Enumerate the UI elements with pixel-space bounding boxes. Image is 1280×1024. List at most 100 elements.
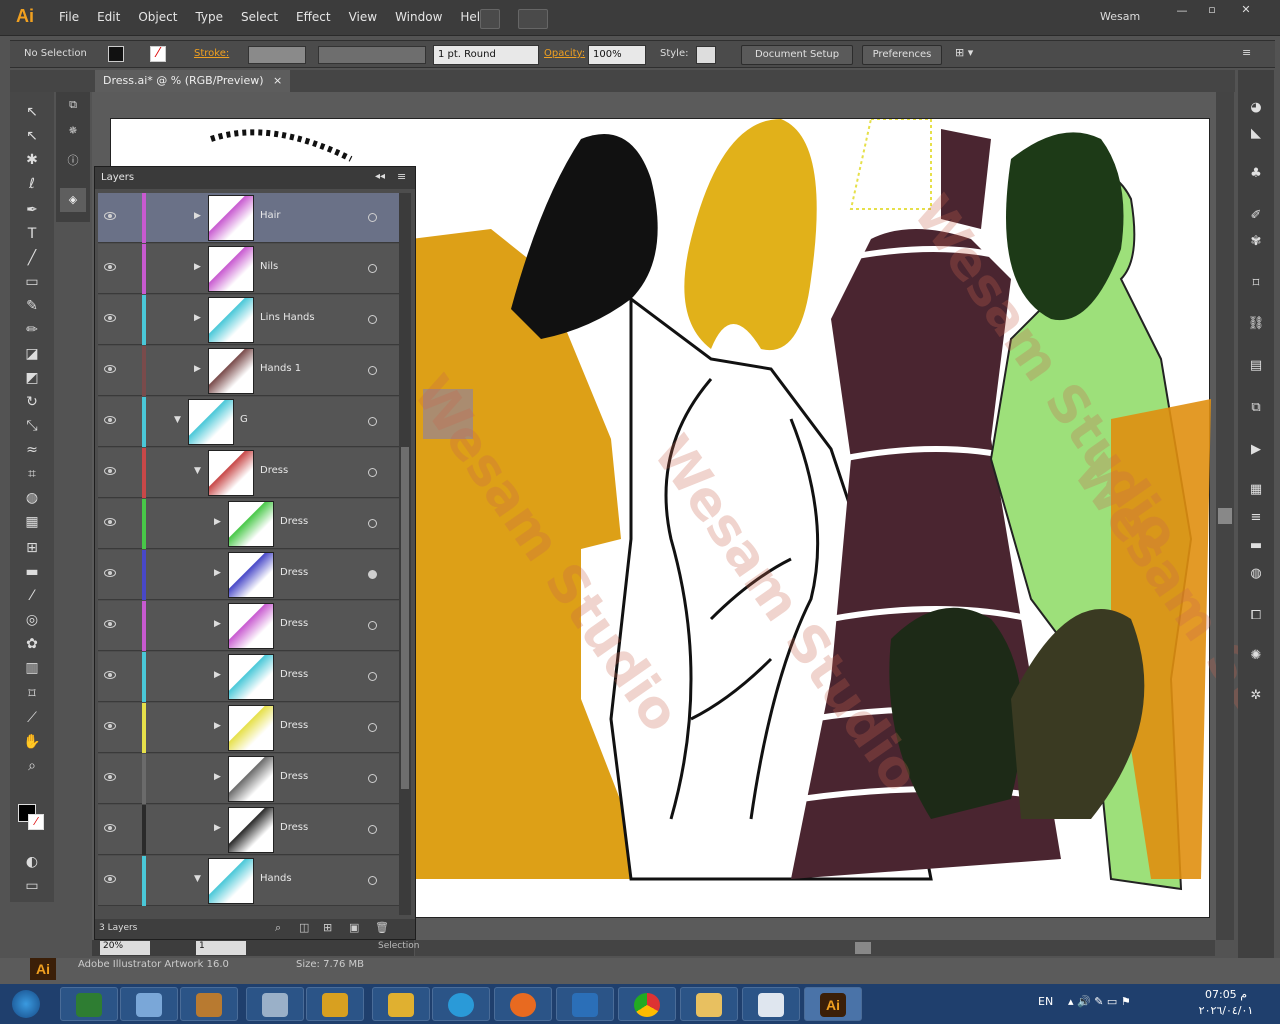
layers-panel-icon[interactable]: ◈	[60, 188, 86, 212]
transform-icon[interactable]: ⌑	[1246, 274, 1266, 294]
layer-name[interactable]: Dress	[280, 516, 308, 527]
align-icon[interactable]: ▤	[1246, 356, 1266, 376]
visibility-eye-icon[interactable]	[104, 416, 116, 424]
slice-tool-icon[interactable]: ⟋	[22, 708, 42, 728]
lasso-tool-icon[interactable]: ℓ	[22, 174, 42, 194]
gradient-tool-icon[interactable]: ▬	[22, 562, 42, 582]
menu-effect[interactable]: Effect	[287, 10, 340, 24]
target-circle-icon[interactable]	[368, 570, 377, 579]
visibility-eye-icon[interactable]	[104, 620, 116, 628]
layers-scroll-thumb[interactable]	[401, 447, 409, 789]
line-tool-icon[interactable]: ╱	[22, 248, 42, 268]
layer-row[interactable]: ▶ Dress	[98, 652, 400, 702]
menu-file[interactable]: File	[50, 10, 88, 24]
layer-name[interactable]: Dress	[280, 567, 308, 578]
direct-selection-tool-icon[interactable]: ↖	[22, 126, 42, 146]
layer-name[interactable]: Dress	[280, 618, 308, 629]
target-circle-icon[interactable]	[368, 417, 377, 426]
appearance-icon[interactable]: ⧠	[1246, 606, 1266, 626]
visibility-eye-icon[interactable]	[104, 212, 116, 220]
workspace-switcher[interactable]: Wesam	[1100, 10, 1140, 23]
taskbar-app-9[interactable]	[556, 987, 614, 1021]
visibility-eye-icon[interactable]	[104, 365, 116, 373]
bridge-button[interactable]	[480, 9, 500, 29]
taskbar-explorer[interactable]	[680, 987, 738, 1021]
shape-builder-icon[interactable]: ◍	[22, 488, 42, 508]
taskbar-app-4[interactable]	[246, 987, 304, 1021]
symbol-sprayer-icon[interactable]: ✿	[22, 634, 42, 654]
taskbar-app-5[interactable]	[306, 987, 364, 1021]
menu-select[interactable]: Select	[232, 10, 287, 24]
locate-object-icon[interactable]: ⌕	[275, 921, 281, 935]
minimize-button[interactable]: —	[1170, 4, 1194, 20]
layer-row[interactable]: ▶ Dress	[98, 550, 400, 600]
brush-definition[interactable]: 1 pt. Round	[433, 45, 539, 65]
stroke-color-box[interactable]: ⁄	[28, 814, 44, 830]
layer-name[interactable]: Hair	[260, 210, 281, 221]
expand-closed-icon[interactable]: ▶	[194, 211, 201, 221]
free-transform-icon[interactable]: ⌗	[22, 464, 42, 484]
visibility-eye-icon[interactable]	[104, 671, 116, 679]
expand-closed-icon[interactable]: ▶	[214, 568, 221, 578]
visibility-eye-icon[interactable]	[104, 314, 116, 322]
layers-scrollbar[interactable]	[399, 193, 411, 915]
layer-row[interactable]: ▶ Hair	[98, 193, 400, 243]
expand-closed-icon[interactable]: ▶	[214, 670, 221, 680]
expand-open-icon[interactable]: ▼	[194, 466, 201, 476]
blend-tool-icon[interactable]: ◎	[22, 610, 42, 630]
layer-row[interactable]: ▼ Hands	[98, 856, 400, 906]
vertical-scrollbar[interactable]	[1216, 92, 1234, 940]
layer-name[interactable]: Dress	[280, 720, 308, 731]
layer-name[interactable]: Dress	[280, 771, 308, 782]
transparency-icon[interactable]: ◍	[1246, 564, 1266, 584]
pencil-tool-icon[interactable]: ✏	[22, 320, 42, 340]
rectangle-tool-icon[interactable]: ▭	[22, 272, 42, 292]
fill-swatch[interactable]	[108, 46, 124, 62]
expand-closed-icon[interactable]: ▶	[194, 313, 201, 323]
layer-row[interactable]: ▶ Dress	[98, 601, 400, 651]
selection-tool-icon[interactable]: ↖	[22, 102, 42, 122]
expand-open-icon[interactable]: ▼	[174, 415, 181, 425]
symbols-icon[interactable]: ✾	[1246, 232, 1266, 252]
target-circle-icon[interactable]	[368, 774, 377, 783]
taskbar-edge[interactable]	[432, 987, 490, 1021]
graph-tool-icon[interactable]: ▥	[22, 658, 42, 678]
tray-icons[interactable]: ▴ 🔊 ✎ ▭ ⚑	[1068, 995, 1131, 1008]
layer-name[interactable]: Dress	[280, 669, 308, 680]
layer-name[interactable]: Nils	[260, 261, 278, 272]
panel-menu-icon[interactable]: ≡	[1242, 46, 1251, 59]
menu-view[interactable]: View	[340, 10, 386, 24]
perspective-grid-icon[interactable]: ▦	[22, 512, 42, 532]
target-circle-icon[interactable]	[368, 672, 377, 681]
expand-closed-icon[interactable]: ▶	[194, 262, 201, 272]
navigator-panel-icon[interactable]: ✵	[63, 124, 83, 144]
expand-open-icon[interactable]: ▼	[194, 874, 201, 884]
target-circle-icon[interactable]	[368, 366, 377, 375]
warp-tool-icon[interactable]: ≈	[22, 440, 42, 460]
vertical-scroll-thumb[interactable]	[1218, 508, 1232, 524]
make-clipping-mask-icon[interactable]: ◫	[299, 921, 309, 934]
visibility-eye-icon[interactable]	[104, 518, 116, 526]
arrange-documents-button[interactable]	[518, 9, 548, 29]
layer-row[interactable]: ▶ Nils	[98, 244, 400, 294]
graphic-styles-icon[interactable]: ▦	[1246, 480, 1266, 500]
layer-name[interactable]: Hands	[260, 873, 292, 884]
document-setup-button[interactable]: Document Setup	[741, 45, 853, 65]
visibility-eye-icon[interactable]	[104, 773, 116, 781]
taskbar-app-1[interactable]	[60, 987, 118, 1021]
layer-row[interactable]: ▶ Dress	[98, 805, 400, 855]
links-icon[interactable]: ⛓	[1246, 314, 1266, 334]
rotate-tool-icon[interactable]: ↻	[22, 392, 42, 412]
language-indicator[interactable]: EN	[1038, 995, 1053, 1008]
visibility-eye-icon[interactable]	[104, 467, 116, 475]
stroke-weight-field[interactable]	[248, 46, 306, 64]
draw-mode-icon[interactable]: ◐	[22, 852, 42, 872]
eraser-tool-icon[interactable]: ◩	[22, 368, 42, 388]
opacity-label[interactable]: Opacity:	[544, 45, 585, 65]
color-panel-icon[interactable]: ◕	[1246, 98, 1266, 118]
taskbar-firefox[interactable]	[494, 987, 552, 1021]
pathfinder-icon[interactable]: ⧉	[1246, 398, 1266, 418]
clock-time[interactable]: 07:05 م	[1196, 988, 1256, 1001]
expand-closed-icon[interactable]: ▶	[214, 823, 221, 833]
taskbar-chrome[interactable]	[618, 987, 676, 1021]
